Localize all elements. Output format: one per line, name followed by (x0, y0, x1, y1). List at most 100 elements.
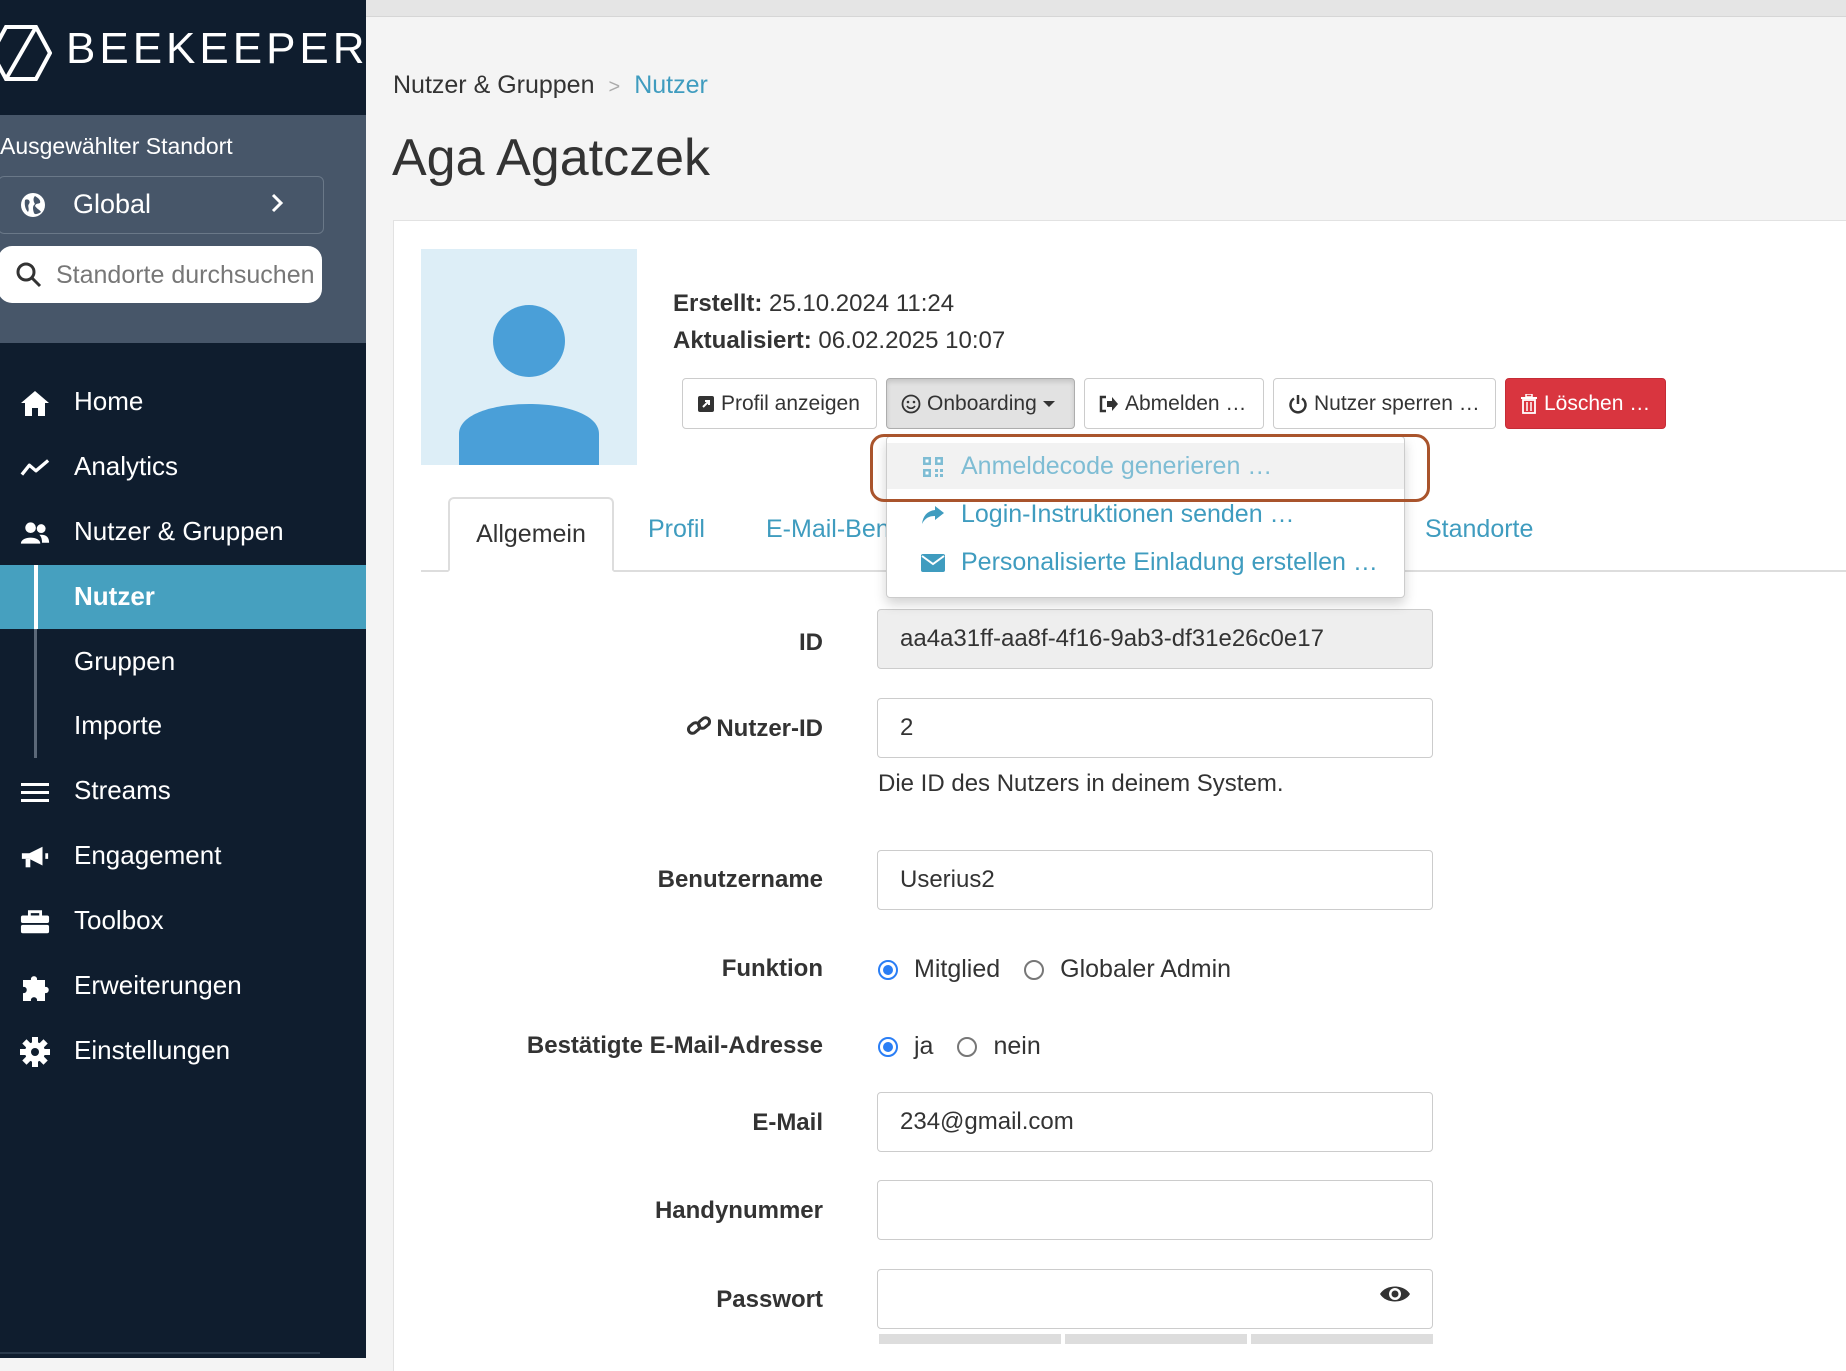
sidebar-item-label: Importe (74, 710, 163, 740)
delete-button[interactable]: Löschen … (1505, 378, 1666, 429)
sidebar: BEEKEEPER Ausgewählter Standort Global H… (0, 0, 366, 1358)
site-selector-button[interactable]: Global (0, 176, 324, 234)
share-arrow-icon (921, 503, 945, 527)
password-field[interactable] (877, 1269, 1433, 1329)
chevron-right-icon (269, 191, 285, 222)
sidebar-item-label: Nutzer (74, 581, 155, 611)
megaphone-icon (20, 842, 50, 872)
sidebar-item-settings[interactable]: Einstellungen (0, 1019, 366, 1083)
username-field[interactable] (877, 850, 1433, 910)
sidebar-item-label: Nutzer & Gruppen (74, 516, 284, 546)
userid-label: Nutzer-ID (686, 714, 823, 743)
userid-label-text: Nutzer-ID (716, 715, 823, 742)
created-info: Erstellt: 25.10.2024 11:24 (673, 290, 954, 318)
generate-login-code-item[interactable]: Anmeldecode generieren … (887, 443, 1404, 489)
verified-no-option[interactable]: nein (957, 1032, 1041, 1061)
sidebar-item-groups[interactable]: Gruppen (0, 630, 366, 694)
sidebar-item-label: Home (74, 386, 144, 416)
site-selector-value: Global (73, 189, 152, 219)
sidebar-item-label: Streams (74, 775, 171, 805)
email-field[interactable] (877, 1092, 1433, 1152)
sidebar-item-label: Gruppen (74, 646, 176, 676)
beekeeper-logo-icon (0, 25, 52, 81)
link-icon (686, 714, 712, 738)
onboarding-dropdown-button[interactable]: Onboarding (886, 378, 1075, 429)
trend-line-icon (20, 453, 50, 483)
role-member-option[interactable]: Mitglied (878, 955, 1000, 984)
sidebar-item-users[interactable]: Nutzer (0, 565, 366, 629)
personalized-invitation-item[interactable]: Personalisierte Einladung erstellen … (887, 539, 1404, 585)
brand-name: BEEKEEPER (66, 24, 369, 73)
password-strength-segment (879, 1334, 1061, 1344)
user-placeholder-icon (459, 305, 599, 465)
logout-button[interactable]: Abmelden … (1084, 378, 1264, 429)
site-search-input[interactable] (54, 256, 320, 294)
phone-label: Handynummer (654, 1197, 823, 1224)
verified-no-label: nein (993, 1032, 1041, 1060)
menu-item-label: Login-Instruktionen senden … (961, 500, 1295, 528)
phone-field[interactable] (877, 1180, 1433, 1240)
toolbox-icon (20, 907, 50, 937)
sidebar-item-label: Einstellungen (74, 1035, 231, 1065)
sidebar-item-users-groups[interactable]: Nutzer & Gruppen (0, 500, 366, 564)
view-profile-button[interactable]: Profil anzeigen (682, 378, 877, 429)
tab-label: Standorte (1425, 515, 1534, 543)
breadcrumb: Nutzer & Gruppen > Nutzer (393, 71, 708, 100)
send-login-instructions-item[interactable]: Login-Instruktionen senden … (887, 491, 1404, 537)
breadcrumb-parent[interactable]: Nutzer & Gruppen (393, 71, 595, 99)
verified-yes-option[interactable]: ja (878, 1032, 933, 1061)
sidebar-item-label: Erweiterungen (74, 970, 242, 1000)
external-link-icon (697, 395, 715, 413)
breadcrumb-current[interactable]: Nutzer (634, 71, 708, 99)
tab-sites[interactable]: Standorte (1425, 515, 1533, 544)
avatar (421, 249, 637, 465)
puzzle-icon (20, 972, 50, 1002)
created-value: 25.10.2024 11:24 (769, 290, 955, 317)
role-member-radio[interactable] (878, 959, 898, 980)
power-icon (1288, 394, 1308, 414)
sidebar-divider (0, 1352, 320, 1354)
role-label: Funktion (721, 955, 823, 982)
password-strength-segment (1251, 1334, 1433, 1344)
lock-user-label: Nutzer sperren … (1314, 391, 1480, 415)
role-admin-radio[interactable] (1024, 959, 1045, 980)
sidebar-item-imports[interactable]: Importe (0, 694, 366, 758)
lock-user-button[interactable]: Nutzer sperren … (1273, 378, 1496, 429)
role-admin-option[interactable]: Globaler Admin (1024, 955, 1231, 984)
sidebar-item-engagement[interactable]: Engagement (0, 824, 366, 888)
tab-general[interactable]: Allgemein (448, 497, 614, 572)
home-icon (20, 388, 50, 418)
tab-email-notifications[interactable]: E-Mail-Bena (766, 515, 904, 544)
userid-help-text: Die ID des Nutzers in deinem System. (878, 770, 1284, 797)
smile-icon (901, 394, 921, 414)
tab-label: Allgemein (476, 520, 586, 548)
eye-icon[interactable] (1378, 1282, 1412, 1311)
sidebar-item-toolbox[interactable]: Toolbox (0, 889, 366, 953)
view-profile-label: Profil anzeigen (721, 391, 860, 415)
id-field[interactable] (877, 609, 1433, 669)
sidebar-item-extensions[interactable]: Erweiterungen (0, 954, 366, 1018)
brand-logo[interactable]: BEEKEEPER (0, 0, 366, 115)
sidebar-item-home[interactable]: Home (0, 370, 366, 434)
sidebar-item-analytics[interactable]: Analytics (0, 435, 366, 499)
tab-label: Profil (648, 515, 705, 543)
sidebar-item-label: Toolbox (74, 905, 164, 935)
password-label: Passwort (716, 1286, 823, 1313)
site-search-box (0, 246, 322, 303)
onboarding-dropdown-menu: Anmeldecode generieren … Login-Instrukti… (886, 436, 1405, 598)
sidebar-item-label: Engagement (74, 840, 222, 870)
sidebar-item-label: Analytics (74, 451, 179, 481)
verified-no-radio[interactable] (957, 1036, 978, 1057)
tab-label: E-Mail-Bena (766, 515, 904, 543)
sidebar-item-streams[interactable]: Streams (0, 759, 366, 823)
id-label: ID (799, 629, 823, 656)
tab-profile[interactable]: Profil (648, 515, 705, 544)
page-title: Aga Agatczek (392, 129, 710, 187)
verified-yes-radio[interactable] (878, 1036, 898, 1057)
trash-icon (1520, 393, 1538, 414)
menu-item-label: Personalisierte Einladung erstellen … (961, 548, 1378, 576)
caret-down-icon (1042, 400, 1055, 408)
password-strength-segment (1065, 1334, 1247, 1344)
qr-code-icon (921, 455, 945, 479)
userid-field[interactable] (877, 698, 1433, 758)
